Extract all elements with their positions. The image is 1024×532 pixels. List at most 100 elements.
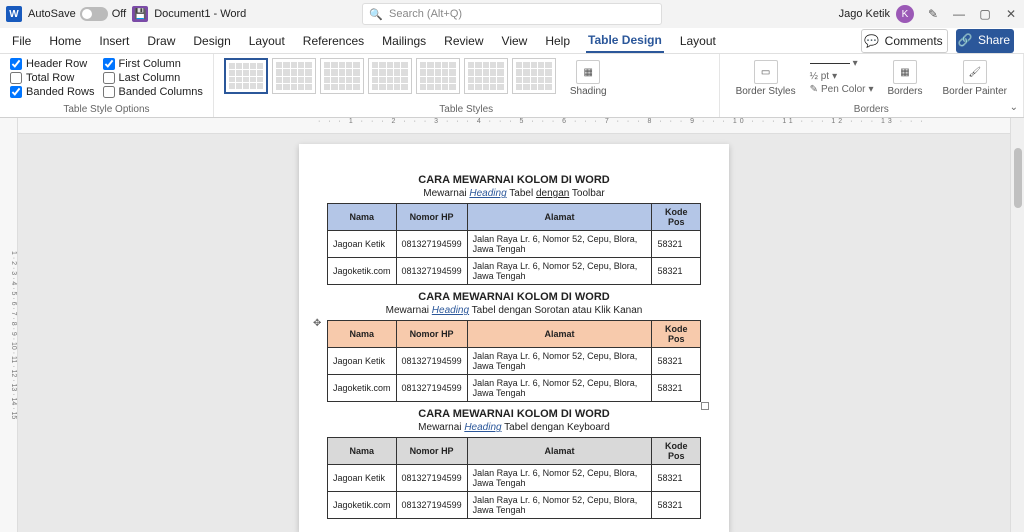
border-painter-icon: 🖌	[963, 60, 987, 84]
section-subtitle: Mewarnai Heading Tabel dengan Keyboard	[327, 422, 701, 433]
th[interactable]: Nama	[328, 438, 397, 465]
th[interactable]: Kode Pos	[652, 438, 701, 465]
shading-label: Shading	[570, 86, 607, 97]
table-row[interactable]: Jagoan Ketik081327194599Jalan Raya Lr. 6…	[328, 465, 701, 492]
border-painter-button[interactable]: 🖌Border Painter	[937, 58, 1013, 99]
th[interactable]: Nama	[328, 321, 397, 348]
section-subtitle: Mewarnai Heading Tabel dengan Sorotan at…	[327, 305, 701, 316]
scrollbar-thumb[interactable]	[1014, 148, 1022, 208]
share-button[interactable]: 🔗 Share	[956, 29, 1014, 53]
style-thumb[interactable]	[224, 58, 268, 94]
horizontal-ruler: · · · 1 · · · 2 · · · 3 · · · 4 · · · 5 …	[18, 118, 1010, 134]
style-thumb[interactable]	[464, 58, 508, 94]
pen-icon[interactable]: ✎	[926, 7, 940, 21]
shading-icon: ▦	[576, 60, 600, 84]
tab-layout2[interactable]: Layout	[678, 30, 718, 52]
data-table-3[interactable]: NamaNomor HPAlamatKode Pos Jagoan Ketik0…	[327, 437, 701, 519]
vertical-ruler: 1 · 2 · 3 · 4 · 5 · 6 · 7 · 8 · 9 · 10 ·…	[0, 118, 18, 532]
chk-last-column[interactable]: Last Column	[103, 72, 203, 84]
line-style-dropdown[interactable]: ▾	[810, 58, 874, 69]
style-thumb[interactable]	[512, 58, 556, 94]
section-subtitle: Mewarnai Heading Tabel dengan Toolbar	[327, 188, 701, 199]
maximize-icon[interactable]: ▢	[978, 7, 992, 21]
chk-header-row[interactable]: Header Row	[10, 58, 95, 70]
chk-total-row[interactable]: Total Row	[10, 72, 95, 84]
line-weight-dropdown[interactable]: ½ pt ▾	[810, 71, 874, 82]
minimize-icon[interactable]: —	[952, 7, 966, 21]
table-row[interactable]: Jagoketik.com081327194599Jalan Raya Lr. …	[328, 492, 701, 519]
data-table-1[interactable]: NamaNomor HPAlamatKode Pos Jagoan Ketik0…	[327, 203, 701, 285]
autosave-state: Off	[112, 8, 126, 20]
th[interactable]: Kode Pos	[652, 204, 701, 231]
group-label: Table Styles	[224, 104, 709, 115]
tab-design[interactable]: Design	[191, 30, 232, 52]
search-placeholder: Search (Alt+Q)	[389, 8, 462, 20]
tab-draw[interactable]: Draw	[145, 30, 177, 52]
tab-view[interactable]: View	[500, 30, 530, 52]
share-label: Share	[976, 29, 1012, 51]
th[interactable]: Alamat	[467, 204, 652, 231]
th[interactable]: Nomor HP	[396, 204, 467, 231]
save-icon[interactable]: 💾	[132, 6, 148, 22]
table-row[interactable]: Jagoan Ketik081327194599Jalan Raya Lr. 6…	[328, 231, 701, 258]
collapse-ribbon-icon[interactable]: ⌄	[1010, 102, 1018, 113]
search-icon: 🔍	[369, 8, 383, 21]
border-styles-icon: ▭	[754, 60, 778, 84]
vertical-scrollbar[interactable]	[1010, 118, 1024, 532]
tab-home[interactable]: Home	[47, 30, 83, 52]
document-area[interactable]: CARA MEWARNAI KOLOM DI WORD Mewarnai Hea…	[18, 134, 1010, 532]
tab-file[interactable]: File	[10, 30, 33, 52]
shading-button[interactable]: ▦ Shading	[564, 58, 613, 99]
th[interactable]: Kode Pos	[652, 321, 701, 348]
tab-review[interactable]: Review	[442, 30, 485, 52]
section-title: CARA MEWARNAI KOLOM DI WORD	[327, 291, 701, 303]
comments-label: Comments	[883, 30, 945, 52]
table-style-gallery[interactable]	[224, 58, 556, 99]
th[interactable]: Alamat	[467, 321, 652, 348]
chk-first-column[interactable]: First Column	[103, 58, 203, 70]
section-title: CARA MEWARNAI KOLOM DI WORD	[327, 174, 701, 186]
style-thumb[interactable]	[272, 58, 316, 94]
th[interactable]: Nama	[328, 204, 397, 231]
chk-label: Total Row	[26, 72, 74, 84]
close-icon[interactable]: ✕	[1004, 7, 1018, 21]
th[interactable]: Nomor HP	[396, 321, 467, 348]
borders-button[interactable]: ▦Borders	[882, 58, 929, 99]
th[interactable]: Alamat	[467, 438, 652, 465]
border-styles-button[interactable]: ▭Border Styles	[730, 58, 802, 99]
chk-banded-rows[interactable]: Banded Rows	[10, 86, 95, 98]
tab-layout[interactable]: Layout	[247, 30, 287, 52]
toggle-switch-icon[interactable]	[80, 7, 108, 21]
document-title: Document1 - Word	[154, 8, 246, 20]
table-row[interactable]: Jagoan Ketik081327194599Jalan Raya Lr. 6…	[328, 348, 701, 375]
chk-label: Header Row	[26, 58, 87, 70]
chk-banded-columns[interactable]: Banded Columns	[103, 86, 203, 98]
table-row[interactable]: Jagoketik.com081327194599Jalan Raya Lr. …	[328, 258, 701, 285]
tab-mailings[interactable]: Mailings	[380, 30, 428, 52]
style-thumb[interactable]	[320, 58, 364, 94]
tab-insert[interactable]: Insert	[97, 30, 131, 52]
tab-help[interactable]: Help	[543, 30, 572, 52]
avatar: K	[896, 5, 914, 23]
table-row[interactable]: Jagoketik.com081327194599Jalan Raya Lr. …	[328, 375, 701, 402]
page[interactable]: CARA MEWARNAI KOLOM DI WORD Mewarnai Hea…	[299, 144, 729, 532]
pen-color-dropdown[interactable]: ✎ Pen Color ▾	[810, 84, 874, 95]
chk-label: Banded Rows	[26, 86, 95, 98]
th[interactable]: Nomor HP	[396, 438, 467, 465]
line-sample-icon	[810, 63, 850, 64]
comments-button[interactable]: 💬 Comments	[861, 29, 947, 53]
chk-label: Last Column	[119, 72, 181, 84]
tab-table-design[interactable]: Table Design	[586, 29, 664, 53]
style-thumb[interactable]	[416, 58, 460, 94]
chk-label: Banded Columns	[119, 86, 203, 98]
autosave-toggle[interactable]: AutoSave Off	[28, 7, 126, 21]
search-input[interactable]: 🔍 Search (Alt+Q)	[362, 3, 662, 25]
borders-icon: ▦	[893, 60, 917, 84]
group-table-style-options: Header Row Total Row Banded Rows First C…	[0, 54, 214, 117]
data-table-2[interactable]: NamaNomor HPAlamatKode Pos Jagoan Ketik0…	[327, 320, 701, 402]
group-borders: ▭Border Styles ▾ ½ pt ▾ ✎ Pen Color ▾ ▦B…	[720, 54, 1024, 117]
tab-references[interactable]: References	[301, 30, 366, 52]
style-thumb[interactable]	[368, 58, 412, 94]
user-account[interactable]: Jago Ketik K	[839, 5, 914, 23]
group-label: Borders	[730, 104, 1013, 115]
